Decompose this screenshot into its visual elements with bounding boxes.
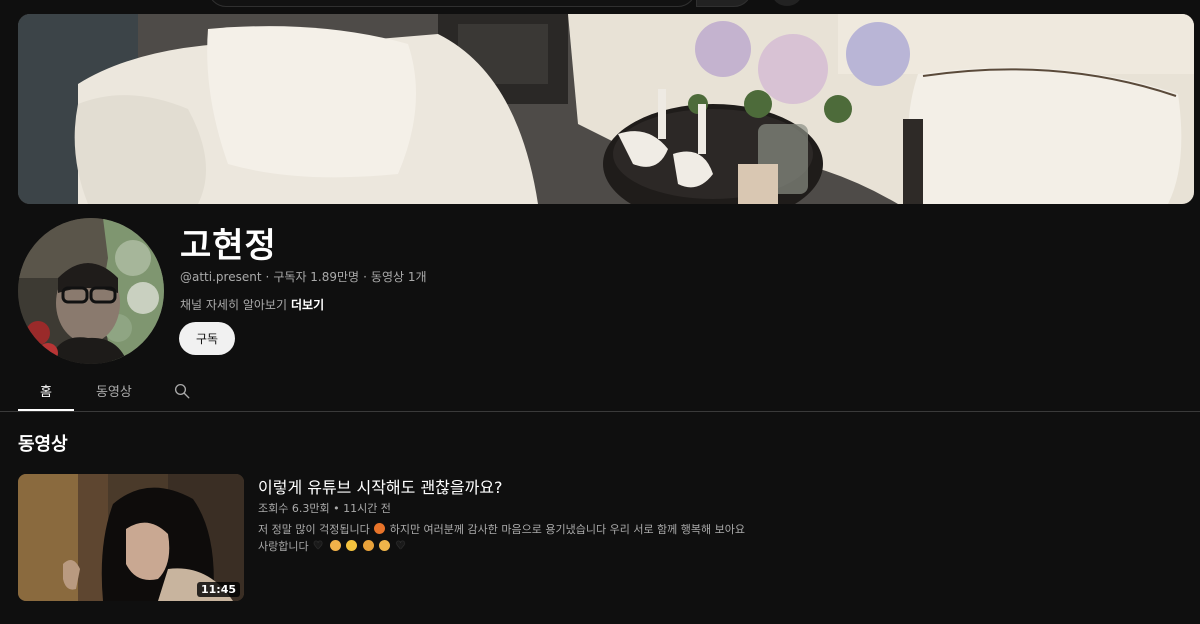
- smiling-face-emoji: [329, 540, 341, 551]
- desc-text-2: 사랑합니다: [258, 540, 309, 553]
- channel-meta: @atti.present · 구독자 1.89만명 · 동영상 1개: [180, 268, 427, 285]
- channel-name: 고현정: [180, 226, 277, 266]
- video-duration: 11:45: [196, 582, 240, 597]
- tab-videos[interactable]: 동영상: [74, 370, 154, 411]
- description-text: 채널 자세히 알아보기: [180, 298, 287, 312]
- desc-text-1b: 하지만 여러분께 감사한 마음으로 용기냈습니다 우리 서로 함께 행복해 보아…: [389, 523, 746, 536]
- banner-image: [18, 14, 1194, 204]
- search-icon: [174, 383, 190, 398]
- separator: ·: [265, 270, 270, 284]
- avatar-image: [18, 218, 164, 364]
- worried-face-emoji: [374, 523, 386, 534]
- video-description: 저 정말 많이 걱정됩니다 하지만 여러분께 감사한 마음으로 용기냈습니다 우…: [258, 521, 798, 555]
- section-title: 동영상: [18, 434, 68, 455]
- more-link[interactable]: 더보기: [291, 298, 324, 312]
- view-count: 조회수 6.3만회: [258, 502, 330, 515]
- kissing-face-emoji: [379, 540, 391, 551]
- channel-banner: [18, 14, 1194, 204]
- channel-handle: @atti.present: [180, 270, 262, 284]
- video-thumbnail[interactable]: 11:45: [18, 474, 244, 601]
- video-count: 동영상 1개: [370, 270, 427, 284]
- grinning-face-emoji: [346, 540, 358, 551]
- video-meta: 조회수 6.3만회 • 11시간 전: [258, 500, 391, 516]
- tab-home[interactable]: 홈: [18, 370, 74, 411]
- voice-search-button[interactable]: [772, 0, 802, 6]
- video-title[interactable]: 이렇게 유튜브 시작해도 괜찮을까요?: [258, 474, 503, 498]
- search-button[interactable]: [696, 0, 752, 7]
- tab-search[interactable]: [162, 370, 202, 411]
- sunglasses-face-emoji: [362, 540, 374, 551]
- channel-tabs: 홈 동영상: [18, 370, 202, 412]
- separator: ·: [363, 270, 367, 284]
- top-bar: [0, 0, 1200, 8]
- tab-videos-label: 동영상: [95, 385, 132, 400]
- channel-avatar[interactable]: [18, 218, 164, 364]
- upload-age: 11시간 전: [343, 502, 391, 515]
- channel-page: 고현정 @atti.present · 구독자 1.89만명 · 동영상 1개 채널 자…: [0, 0, 1200, 624]
- desc-text-1a: 저 정말 많이 걱정됩니다: [258, 523, 370, 536]
- tabs-divider: [0, 411, 1200, 412]
- tab-home-label: 홈: [40, 385, 52, 400]
- subscribe-button[interactable]: 구독: [179, 322, 235, 355]
- black-heart-emoji: [396, 537, 407, 554]
- separator: •: [329, 502, 344, 515]
- search-input[interactable]: [208, 0, 696, 7]
- subscriber-count: 구독자 1.89만명: [273, 270, 360, 284]
- black-heart-emoji: [313, 537, 324, 554]
- channel-description[interactable]: 채널 자세히 알아보기 더보기: [180, 296, 324, 313]
